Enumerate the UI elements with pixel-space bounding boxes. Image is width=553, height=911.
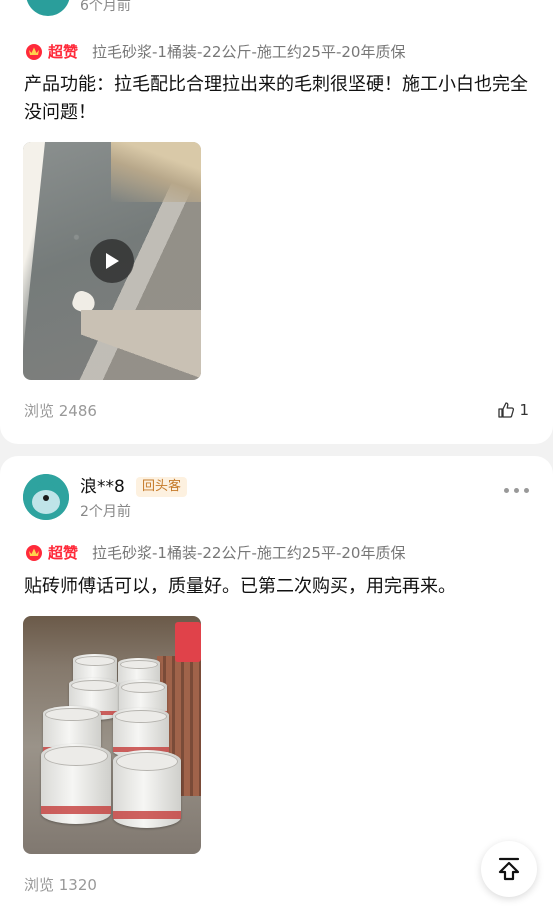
thumbs-up-icon — [498, 402, 515, 418]
sku-spec: 拉毛砂浆-1桶装-22公斤-施工约25平-20年质保 — [92, 543, 406, 562]
avatar-character-icon — [23, 474, 69, 520]
rating-label: 超赞 — [48, 543, 79, 562]
play-button[interactable] — [90, 239, 134, 283]
arrow-up-to-top-icon — [498, 857, 520, 881]
avatar[interactable] — [26, 0, 70, 16]
crown-badge-icon — [26, 545, 42, 561]
view-count: 浏览 1320 — [24, 875, 97, 894]
crown-badge-icon — [26, 44, 42, 60]
rating-label: 超赞 — [48, 42, 79, 61]
back-to-top-button[interactable] — [481, 841, 537, 897]
review-list: 6个月前 超赞 拉毛砂浆-1桶装-22公斤-施工约25平-20年质保 产品功能：… — [0, 0, 553, 911]
review-video-thumbnail[interactable] — [23, 142, 201, 380]
review-text: 贴砖师傅话可以，质量好。已第二次购买，用完再来。 — [24, 576, 456, 597]
review-text: 产品功能：拉毛配比合理拉出来的毛刺很坚硬！施工小白也完全没问题！ — [24, 74, 528, 123]
post-time: 6个月前 — [80, 0, 131, 14]
review-meta: 浏览 1320 — [24, 872, 529, 896]
view-count: 浏览 2486 — [24, 401, 97, 420]
rating-row: 超赞 拉毛砂浆-1桶装-22公斤-施工约25平-20年质保 — [24, 541, 405, 563]
like-count: 1 — [519, 401, 529, 419]
play-icon — [106, 253, 119, 269]
avatar[interactable] — [23, 474, 69, 520]
review-photo[interactable] — [23, 616, 201, 854]
username: 浪**8 — [80, 477, 125, 497]
sku-spec: 拉毛砂浆-1桶装-22公斤-施工约25平-20年质保 — [92, 42, 406, 61]
review-card: 浪**8 回头客 2个月前 超赞 拉毛砂浆-1桶装-22公斤-施工约25平-20… — [0, 456, 553, 911]
rating-row: 超赞 拉毛砂浆-1桶装-22公斤-施工约25平-20年质保 — [24, 40, 405, 62]
more-options-button[interactable] — [504, 488, 529, 493]
review-meta: 浏览 2486 1 — [24, 398, 529, 422]
more-dots-icon — [504, 488, 509, 493]
post-time: 2个月前 — [80, 504, 131, 520]
repeat-customer-badge: 回头客 — [136, 477, 188, 497]
like-button[interactable]: 1 — [497, 401, 529, 419]
review-card: 6个月前 超赞 拉毛砂浆-1桶装-22公斤-施工约25平-20年质保 产品功能：… — [0, 0, 553, 444]
